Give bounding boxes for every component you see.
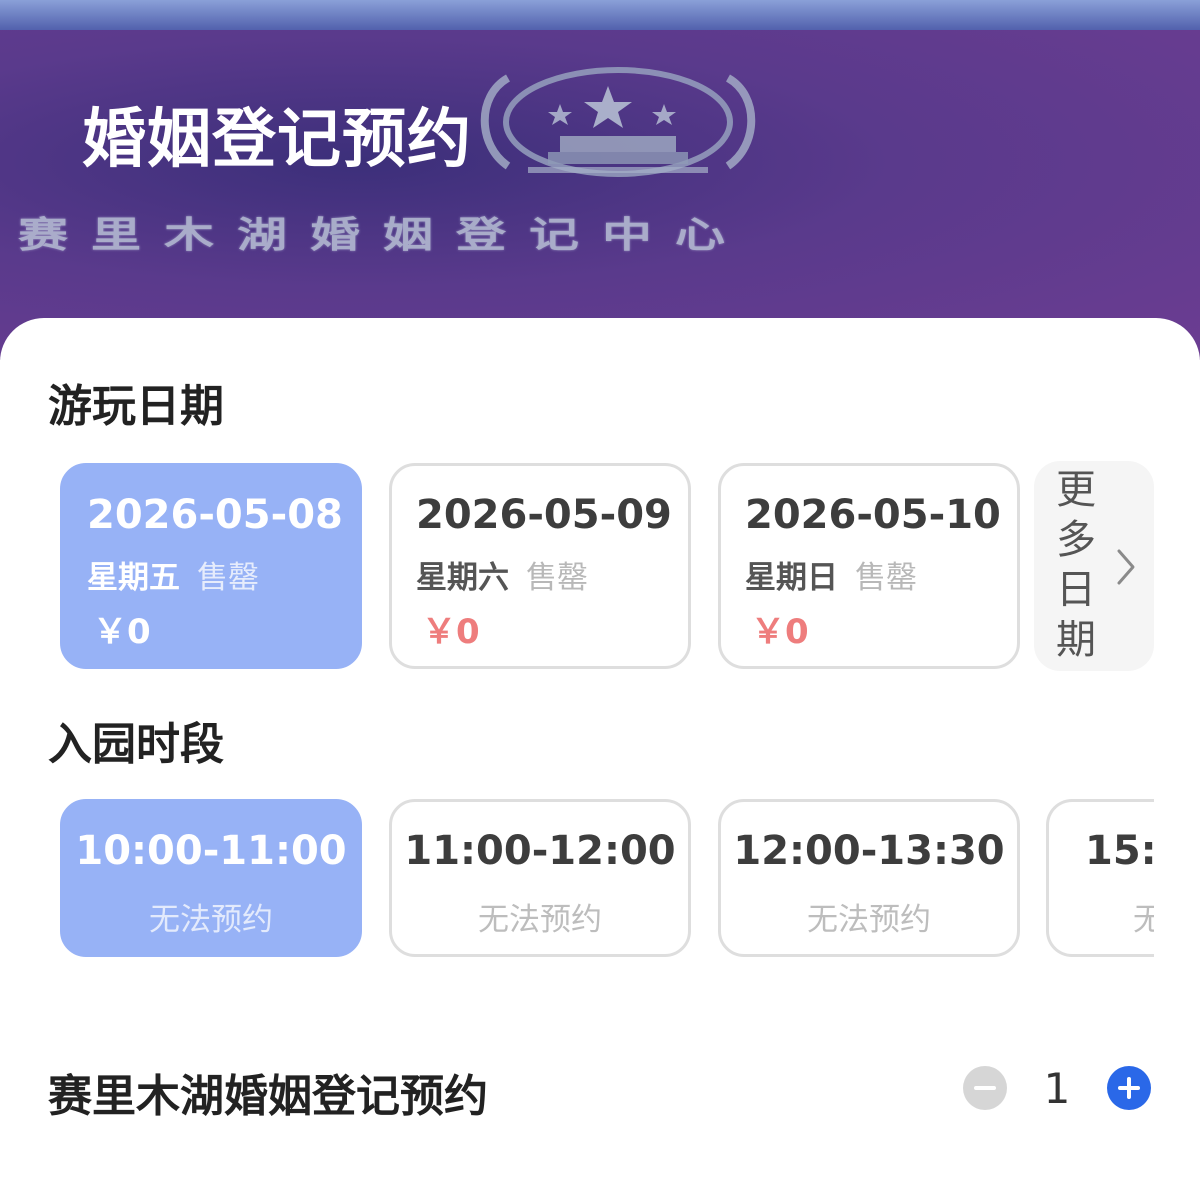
- date-value: 2026-05-08: [87, 492, 343, 538]
- weekday-label: 星期五: [87, 560, 180, 596]
- weekday-label: 星期日: [745, 560, 838, 596]
- date-card-3[interactable]: 2026-05-10 星期日 售罄 ￥0: [718, 463, 1020, 669]
- minus-circle-icon[interactable]: [963, 1066, 1007, 1110]
- hero-top-band: [0, 0, 1200, 30]
- slot-status: 无法预约: [807, 902, 931, 938]
- time-slot-2[interactable]: 11:00-12:00 无法预约: [389, 799, 691, 957]
- more-dates-label: 更多日期: [1056, 467, 1096, 663]
- slot-status: 无: [1133, 902, 1154, 938]
- more-dates-button[interactable]: 更多日期: [1034, 461, 1154, 671]
- time-slot-3[interactable]: 12:00-13:30 无法预约: [718, 799, 1020, 957]
- national-emblem-icon: [480, 67, 756, 177]
- price-label: ￥0: [751, 612, 809, 652]
- weekday-label: 星期六: [416, 560, 509, 596]
- date-value: 2026-05-09: [416, 492, 672, 538]
- quantity-value: 1: [1043, 1064, 1071, 1113]
- plus-circle-icon[interactable]: [1107, 1066, 1151, 1110]
- time-section-title: 入园时段: [48, 719, 224, 770]
- chevron-right-icon: [1117, 549, 1135, 585]
- slot-status: 无法预约: [478, 902, 602, 938]
- time-range: 12:00-13:30: [733, 828, 1005, 874]
- hero-banner: 婚姻登记预约 赛里木湖婚姻登记中心: [0, 0, 1200, 360]
- date-card-2[interactable]: 2026-05-09 星期六 售罄 ￥0: [389, 463, 691, 669]
- price-label: ￥0: [422, 612, 480, 652]
- soldout-label: 售罄: [197, 560, 259, 596]
- time-range: 11:00-12:00: [404, 828, 676, 874]
- soldout-label: 售罄: [855, 560, 917, 596]
- plaque-text: 赛里木湖婚姻登记中心: [18, 213, 748, 256]
- soldout-label: 售罄: [526, 560, 588, 596]
- time-slot-4[interactable]: 15:4 无: [1046, 799, 1154, 957]
- slot-status: 无法预约: [149, 902, 273, 938]
- date-section-title: 游玩日期: [48, 381, 224, 432]
- price-label: ￥0: [93, 612, 151, 652]
- product-name: 赛里木湖婚姻登记预约: [48, 1071, 488, 1122]
- time-range: 10:00-11:00: [75, 828, 347, 874]
- page-title: 婚姻登记预约: [82, 103, 472, 177]
- time-slot-4-clip: 15:4 无: [1046, 799, 1154, 957]
- time-slot-1[interactable]: 10:00-11:00 无法预约: [60, 799, 362, 957]
- time-range: 15:4: [1085, 828, 1154, 874]
- date-card-1[interactable]: 2026-05-08 星期五 售罄 ￥0: [60, 463, 362, 669]
- date-value: 2026-05-10: [745, 492, 1001, 538]
